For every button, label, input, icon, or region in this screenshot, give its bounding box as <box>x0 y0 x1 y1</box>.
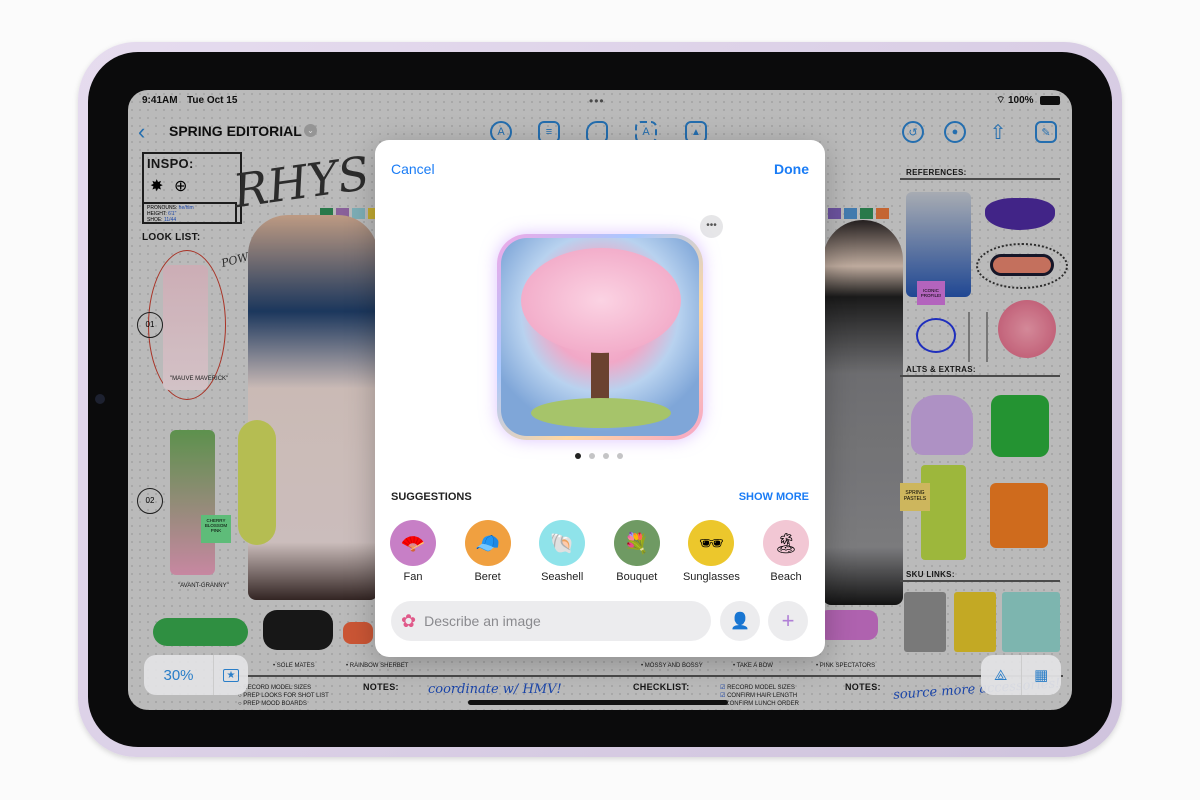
page-indicator[interactable] <box>575 453 623 459</box>
image-playground-icon: ✿ <box>401 610 417 631</box>
more-options-icon[interactable]: ••• <box>700 215 723 238</box>
favorite-star-button[interactable]: ★ <box>214 655 248 695</box>
suggestion-thumbnail: 🕶 <box>688 520 735 566</box>
page-dot[interactable] <box>617 453 623 459</box>
suggestion-thumbnail: 🐚 <box>539 520 586 566</box>
suggestion-beret[interactable]: 🧢 Beret <box>453 520 523 583</box>
suggestion-label: Bouquet <box>616 571 658 583</box>
person-icon: 👤 <box>730 613 750 630</box>
suggestions-heading: SUGGESTIONS <box>391 491 472 503</box>
generated-image[interactable] <box>497 234 703 440</box>
suggestion-label: Beret <box>474 571 501 583</box>
suggestion-label: Seashell <box>541 571 584 583</box>
camera <box>95 394 105 404</box>
done-button[interactable]: Done <box>774 161 809 177</box>
suggestion-label: Sunglasses <box>682 571 740 583</box>
show-more-button[interactable]: SHOW MORE <box>739 491 809 503</box>
suggestion-label: Fan <box>403 571 423 583</box>
suggestion-bouquet[interactable]: 💐 Bouquet <box>602 520 672 583</box>
suggestion-thumbnail: 🏝 <box>763 520 809 566</box>
suggestion-thumbnail: 🧢 <box>464 520 511 566</box>
star-icon: ★ <box>222 668 240 682</box>
input-placeholder: Describe an image <box>424 613 541 629</box>
suggestion-thumbnail: 🪭 <box>390 520 436 566</box>
suggestion-beach[interactable]: 🏝 Beach <box>751 520 821 583</box>
plus-icon: + <box>781 608 795 633</box>
cancel-button[interactable]: Cancel <box>391 161 435 177</box>
home-indicator[interactable] <box>468 700 728 705</box>
bottom-right-controls: ⟁ ▦ <box>981 655 1061 695</box>
describe-image-input[interactable]: ✿ Describe an image <box>391 601 711 641</box>
suggestion-sunglasses[interactable]: 🕶 Sunglasses <box>676 520 746 583</box>
page-dot[interactable] <box>575 453 581 459</box>
page-dot[interactable] <box>603 453 609 459</box>
suggestion-thumbnail: 💐 <box>613 520 660 566</box>
zoom-control: 30% ★ <box>144 655 248 695</box>
add-button[interactable]: + <box>768 601 808 641</box>
suggestion-label: Beach <box>770 571 802 583</box>
grid-icon[interactable]: ▦ <box>1022 655 1062 695</box>
cherry-blossom-tree-image <box>501 238 699 436</box>
zoom-level[interactable]: 30% <box>144 655 214 695</box>
connector-icon[interactable]: ⟁ <box>981 655 1022 695</box>
page-dot[interactable] <box>589 453 595 459</box>
suggestion-fan[interactable]: 🪭 Fan <box>378 520 448 583</box>
image-playground-sheet: Cancel Done ••• SUGGESTIONS SHOW MORE 🪭 F… <box>375 140 825 657</box>
add-person-button[interactable]: 👤 <box>720 601 760 641</box>
suggestion-seashell[interactable]: 🐚 Seashell <box>527 520 597 583</box>
